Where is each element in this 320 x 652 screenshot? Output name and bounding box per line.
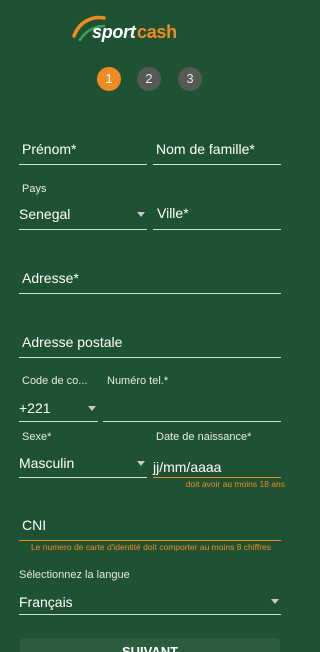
dob-error-text: doit avoir au moins 18 ans <box>185 479 285 489</box>
langue-chevron-down-icon[interactable] <box>271 599 279 604</box>
sportcash-logo: sport cash <box>70 12 200 46</box>
dob-input[interactable]: jj/mm/aaaa <box>153 459 221 475</box>
ville-field[interactable]: Ville* <box>157 205 189 221</box>
phone-underline <box>103 421 281 422</box>
langue-label: Sélectionnez la langue <box>19 569 130 581</box>
dob-underline-error <box>153 477 281 478</box>
sexe-underline <box>19 477 147 478</box>
pays-chevron-down-icon[interactable] <box>137 212 145 217</box>
sexe-select[interactable]: Masculin <box>19 455 74 471</box>
ville-underline <box>153 229 281 230</box>
phone-label: Numéro tel.* <box>107 375 169 387</box>
langue-underline <box>19 614 281 615</box>
sexe-label: Sexe* <box>22 431 52 443</box>
dob-label: Date de naissance* <box>156 431 252 443</box>
adresse-underline <box>19 293 281 294</box>
country-code-chevron-down-icon[interactable] <box>88 406 96 411</box>
back-arrow-icon[interactable] <box>20 14 38 32</box>
adresse-field[interactable]: Adresse* <box>22 270 79 286</box>
cni-field[interactable]: CNI <box>22 517 46 533</box>
suivant-button[interactable]: SUIVANT <box>20 638 280 652</box>
cni-error-text: Le numero de carte d'identité doit compo… <box>30 542 272 552</box>
adresse-postale-field[interactable]: Adresse postale <box>22 334 122 350</box>
cni-underline-error <box>19 540 281 541</box>
country-code-select[interactable]: +221 <box>19 400 51 416</box>
logo-text-cash: cash <box>137 22 177 42</box>
adresse-postale-underline <box>19 357 281 358</box>
step-2[interactable]: 2 <box>137 67 161 91</box>
pays-select[interactable]: Senegal <box>19 206 70 222</box>
prenom-underline <box>19 164 147 165</box>
langue-select[interactable]: Français <box>19 594 73 610</box>
pays-label: Pays <box>22 183 47 195</box>
prenom-field[interactable]: Prénom* <box>22 141 76 157</box>
pays-underline <box>19 229 147 230</box>
nom-field[interactable]: Nom de famille* <box>156 141 255 157</box>
sexe-chevron-down-icon[interactable] <box>137 461 145 466</box>
country-code-underline <box>19 421 98 422</box>
phone-input[interactable] <box>103 392 281 420</box>
step-1[interactable]: 1 <box>97 67 121 91</box>
step-3[interactable]: 3 <box>178 67 202 91</box>
logo-text-sport: sport <box>92 22 136 42</box>
nom-underline <box>153 164 281 165</box>
country-code-label: Code de co... <box>22 375 88 387</box>
